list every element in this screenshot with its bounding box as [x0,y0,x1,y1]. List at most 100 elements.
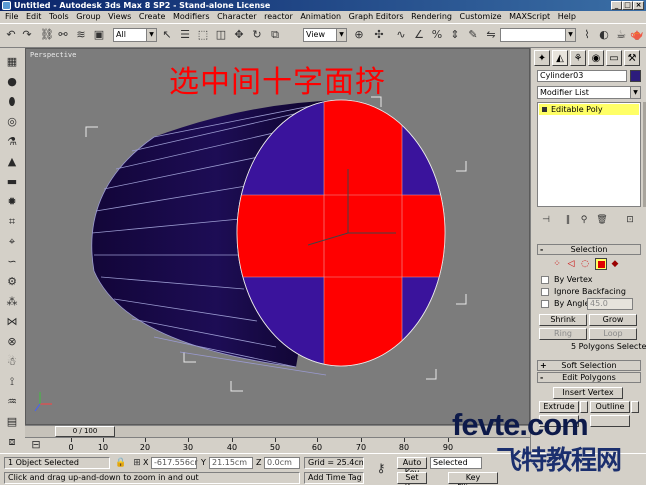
object-color-swatch[interactable] [630,70,641,82]
redo-icon[interactable]: ↷ [20,27,34,43]
lock-selection-icon[interactable]: 🔒 [114,455,128,471]
border-subobject-icon[interactable]: ◌ [579,258,591,270]
x-coordinate-field[interactable]: -617.556cr [151,457,198,469]
by-vertex-checkbox[interactable] [541,276,549,284]
polygon-subobject-icon[interactable] [595,258,607,270]
y-coordinate-field[interactable]: 21.15cm [209,457,253,469]
selection-rollout-header[interactable]: - Selection [537,244,641,255]
create-plane-icon[interactable]: ▬ [4,174,20,190]
object-name-field[interactable]: Cylinder03 [537,70,627,82]
selection-region-icon[interactable]: ⬚ [196,27,210,43]
menu-group[interactable]: Group [76,12,100,21]
pin-stack-icon[interactable]: ⊣ [539,212,553,228]
stack-item-editable-poly[interactable]: Editable Poly [539,104,639,115]
create-nurbs-icon[interactable]: ⋈ [4,314,20,330]
create-biped-icon[interactable]: ☃ [4,354,20,370]
create-cylinder-icon[interactable]: ⬮ [4,94,20,110]
modify-tab-icon[interactable]: ◭ [552,50,568,66]
select-manipulate-icon[interactable]: ✣ [372,27,386,43]
create-dynamics-icon[interactable]: ⊗ [4,334,20,350]
mirror-icon[interactable]: ⇋ [484,27,498,43]
select-rotate-icon[interactable]: ↻ [250,27,264,43]
inset-button[interactable] [590,415,630,427]
quick-render-icon[interactable]: 🫖 [630,27,644,43]
absolute-mode-icon[interactable]: ⊞ [130,455,144,471]
create-cloth-icon[interactable]: ▤ [4,414,20,430]
shrink-button[interactable]: Shrink [539,314,587,326]
angle-spinner[interactable]: 45.0 [587,298,633,310]
make-unique-icon[interactable]: ⚲ [577,212,591,228]
menu-character[interactable]: Character [217,12,257,21]
create-spacewarp-icon[interactable]: ⚙ [4,274,20,290]
vertex-subobject-icon[interactable]: ⁘ [551,258,563,270]
edit-polygons-rollout-header[interactable]: - Edit Polygons [537,372,641,383]
key-set-dropdown[interactable]: Selected [430,457,482,469]
time-slider[interactable]: 0 / 100 [55,426,115,437]
menu-tools[interactable]: Tools [49,12,69,21]
bind-spacewarp-icon[interactable]: ≋ [74,27,88,43]
menu-help[interactable]: Help [558,12,576,21]
loop-button[interactable]: Loop [589,328,637,340]
remove-modifier-icon[interactable]: 🗑 [595,212,609,228]
render-scene-icon[interactable]: ☕ [614,27,628,43]
window-crossing-icon[interactable]: ◫ [214,27,228,43]
ignore-backfacing-checkbox[interactable] [541,288,549,296]
modifier-stack[interactable]: Editable Poly [537,102,641,207]
menu-edit[interactable]: Edit [26,12,42,21]
create-tab-icon[interactable]: ✦ [534,50,550,66]
close-button[interactable]: × [633,1,644,10]
snaps-toggle-icon[interactable]: ∿ [394,27,408,43]
z-coordinate-field[interactable]: 0.0cm [264,457,300,469]
key-filters-button[interactable]: Key Filters... [448,472,498,485]
hierarchy-tab-icon[interactable]: ⚘ [570,50,586,66]
set-key-button[interactable]: Set Key [397,472,427,485]
create-sphere-icon[interactable]: ● [4,74,20,90]
create-camera-icon[interactable]: ⌗ [4,214,20,230]
curve-editor-icon[interactable]: ⌇ [580,27,594,43]
menu-animation[interactable]: Animation [300,12,341,21]
ring-button[interactable]: Ring [539,328,587,340]
modifier-list-dropdown[interactable]: Modifier List ▼ [537,86,641,99]
edge-subobject-icon[interactable]: ◁ [565,258,577,270]
menu-graph-editors[interactable]: Graph Editors [349,12,404,21]
mini-curve-editor-icon[interactable]: ⊟ [29,437,43,453]
motion-tab-icon[interactable]: ◉ [588,50,604,66]
menu-views[interactable]: Views [108,12,131,21]
menu-customize[interactable]: Customize [460,12,502,21]
select-by-name-icon[interactable]: ☰ [178,27,192,43]
perspective-viewport[interactable]: Perspective 选中间十字面挤 [25,48,530,425]
create-hair-icon[interactable]: ♒ [4,394,20,410]
by-angle-checkbox[interactable] [541,300,549,308]
grow-button[interactable]: Grow [589,314,637,326]
element-subobject-icon[interactable]: ◆ [609,258,621,270]
create-particle-icon[interactable]: ⁂ [4,294,20,310]
named-selection-icon[interactable]: ✎ [466,27,480,43]
display-tab-icon[interactable]: ▭ [606,50,622,66]
maximize-button[interactable]: □ [622,1,633,10]
select-filter-icon[interactable]: ▣ [92,27,106,43]
menu-rendering[interactable]: Rendering [411,12,452,21]
select-object-icon[interactable]: ↖ [160,27,174,43]
key-icon[interactable]: ⚷ [374,460,388,476]
menu-modifiers[interactable]: Modifiers [173,12,210,21]
pivot-center-icon[interactable]: ⊕ [352,27,366,43]
reference-coordinate-dropdown[interactable]: View ▼ [303,28,347,42]
select-move-icon[interactable]: ✥ [232,27,246,43]
utilities-tab-icon[interactable]: ⚒ [624,50,640,66]
auto-key-button[interactable]: Auto Key [397,457,427,477]
outline-button[interactable]: Outline [590,401,630,413]
link-icon[interactable]: ⛓ [40,27,54,43]
create-shape-icon[interactable]: ∽ [4,254,20,270]
show-end-result-icon[interactable]: ‖ [561,212,575,228]
create-bones-icon[interactable]: ⟟ [4,374,20,390]
create-box-icon[interactable]: ▦ [4,54,20,70]
insert-vertex-button[interactable]: Insert Vertex [553,387,623,399]
create-light-icon[interactable]: ✹ [4,194,20,210]
soft-selection-rollout-header[interactable]: + Soft Selection [537,360,641,371]
create-compound-icon[interactable]: ⧈ [4,434,20,450]
material-editor-icon[interactable]: ◐ [597,27,611,43]
create-helper-icon[interactable]: ⌖ [4,234,20,250]
create-teapot-icon[interactable]: ⚗ [4,134,20,150]
minimize-button[interactable]: _ [611,1,622,10]
add-time-tag[interactable]: Add Time Tag [304,472,364,484]
